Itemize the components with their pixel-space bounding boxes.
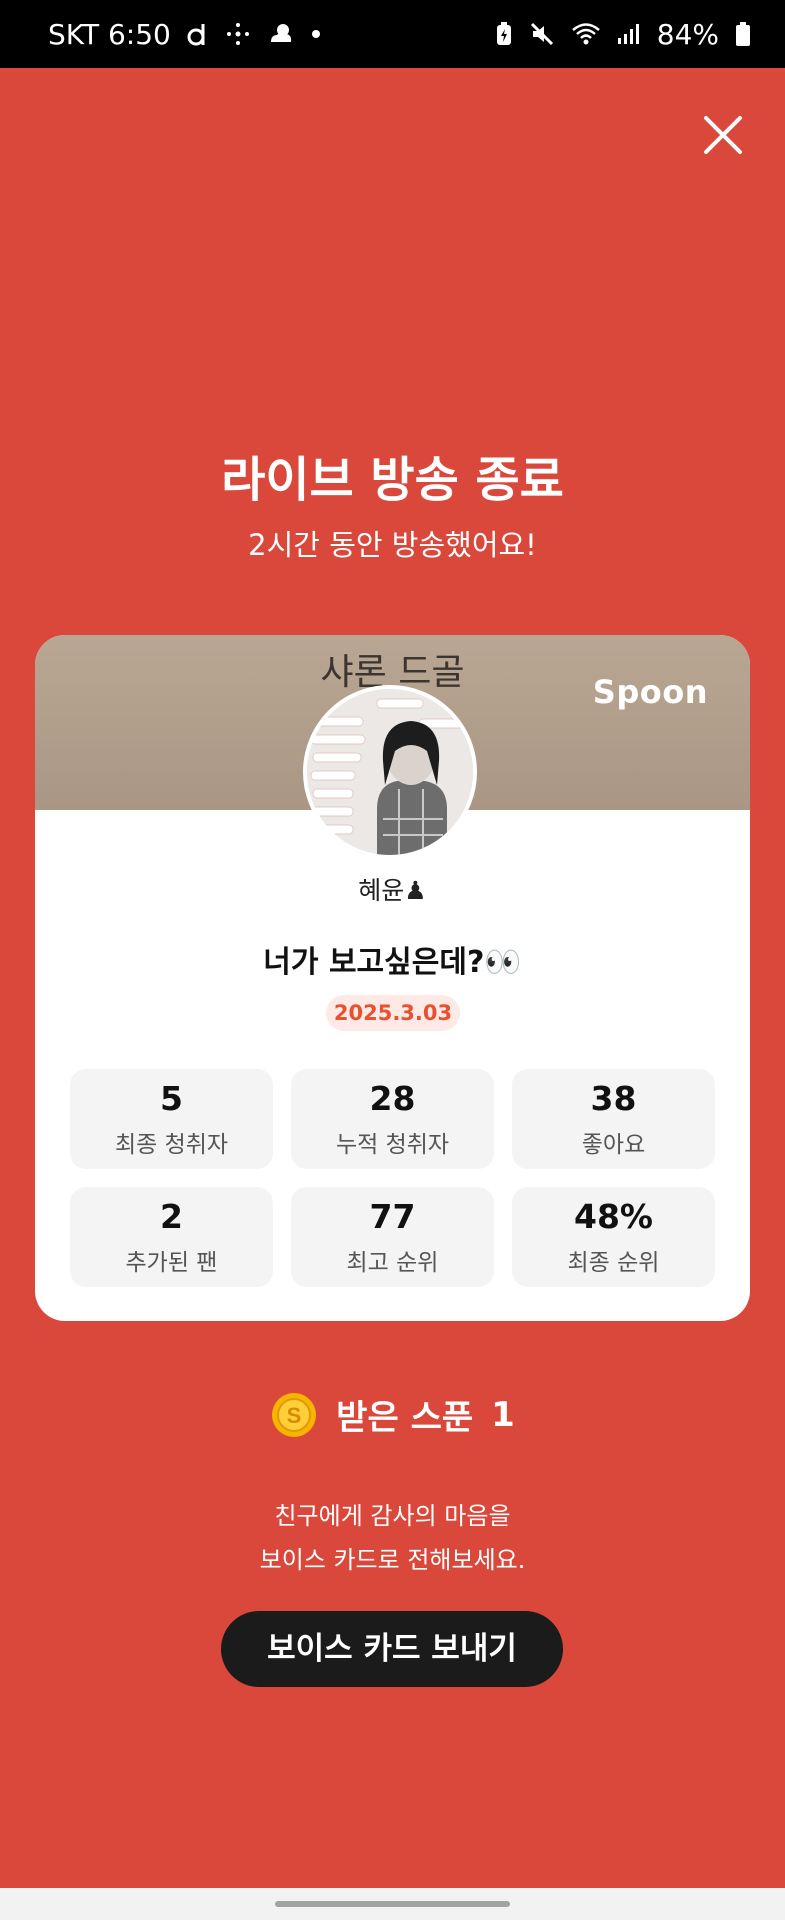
weather-icon (267, 22, 295, 46)
sparkle-icon (225, 21, 251, 47)
battery-percent: 84% (656, 17, 719, 51)
broadcast-duration: 2시간 동안 방송했어요! (248, 528, 537, 562)
stat-best-rank: 77 최고 순위 (291, 1187, 494, 1287)
stat-label: 좋아요 (581, 1132, 646, 1158)
status-bar-left: SKT 6:50 (48, 18, 321, 51)
spoon-logo: Spoon (592, 673, 708, 711)
message-line-2: 보이스 카드로 전해보세요. (259, 1546, 526, 1574)
coin-glyph: S (287, 1403, 302, 1428)
spoons-label: 받은 스푼 (336, 1398, 474, 1438)
spoon-coin-icon: S (272, 1392, 317, 1437)
spoons-count: 1 (491, 1394, 515, 1435)
stat-label: 최종 청취자 (114, 1132, 229, 1158)
battery-icon (735, 21, 751, 47)
home-indicator[interactable] (275, 1901, 510, 1907)
close-icon (704, 116, 742, 154)
battery-saver-icon (495, 21, 513, 47)
stat-value: 77 (369, 1197, 416, 1236)
carrier-time: SKT 6:50 (48, 17, 171, 51)
avatar-image (307, 689, 473, 855)
stat-label: 추가된 팬 (125, 1250, 218, 1276)
host-name: 혜윤♟ (358, 876, 427, 905)
page-title: 라이브 방송 종료 (221, 452, 564, 508)
date-badge: 2025.3.03 (326, 995, 460, 1031)
stats-grid: 5 최종 청취자 28 누적 청취자 38 좋아요 2 추가된 팬 77 최고 … (70, 1069, 715, 1287)
status-bar: SKT 6:50 84% (0, 0, 785, 68)
send-voice-card-button[interactable]: 보이스 카드 보내기 (221, 1611, 563, 1687)
stat-value: 28 (369, 1079, 416, 1118)
stat-final-listeners: 5 최종 청취자 (70, 1069, 273, 1169)
wifi-icon (571, 21, 601, 47)
stat-label: 최종 순위 (567, 1250, 660, 1276)
mute-icon (529, 21, 555, 47)
stat-value: 48% (574, 1197, 653, 1236)
dot-icon (311, 29, 321, 39)
stat-final-rank: 48% 최종 순위 (512, 1187, 715, 1287)
message-line-1: 친구에게 감사의 마음을 (274, 1502, 511, 1530)
stat-value: 38 (590, 1079, 637, 1118)
broadcast-summary-card: 샤론 드골 Spoon 혜윤♟ 너가 보고싶은데?👀 2025.3.03 5 최… (35, 635, 750, 1321)
stat-new-fans: 2 추가된 팬 (70, 1187, 273, 1287)
status-bar-right: 84% (495, 18, 751, 51)
stat-value: 2 (160, 1197, 183, 1236)
d-app-icon (187, 21, 209, 47)
stat-likes: 38 좋아요 (512, 1069, 715, 1169)
stat-total-listeners: 28 누적 청취자 (291, 1069, 494, 1169)
thank-you-message: 친구에게 감사의 마음을 보이스 카드로 전해보세요. (0, 1494, 785, 1582)
live-title: 너가 보고싶은데?👀 (263, 945, 522, 980)
signal-icon (617, 22, 641, 46)
spoons-received: S 받은 스푼 1 (0, 1390, 785, 1439)
stat-value: 5 (160, 1079, 183, 1118)
stat-label: 최고 순위 (346, 1250, 439, 1276)
avatar (303, 685, 477, 859)
stat-label: 누적 청취자 (335, 1132, 450, 1158)
close-button[interactable] (700, 112, 746, 158)
